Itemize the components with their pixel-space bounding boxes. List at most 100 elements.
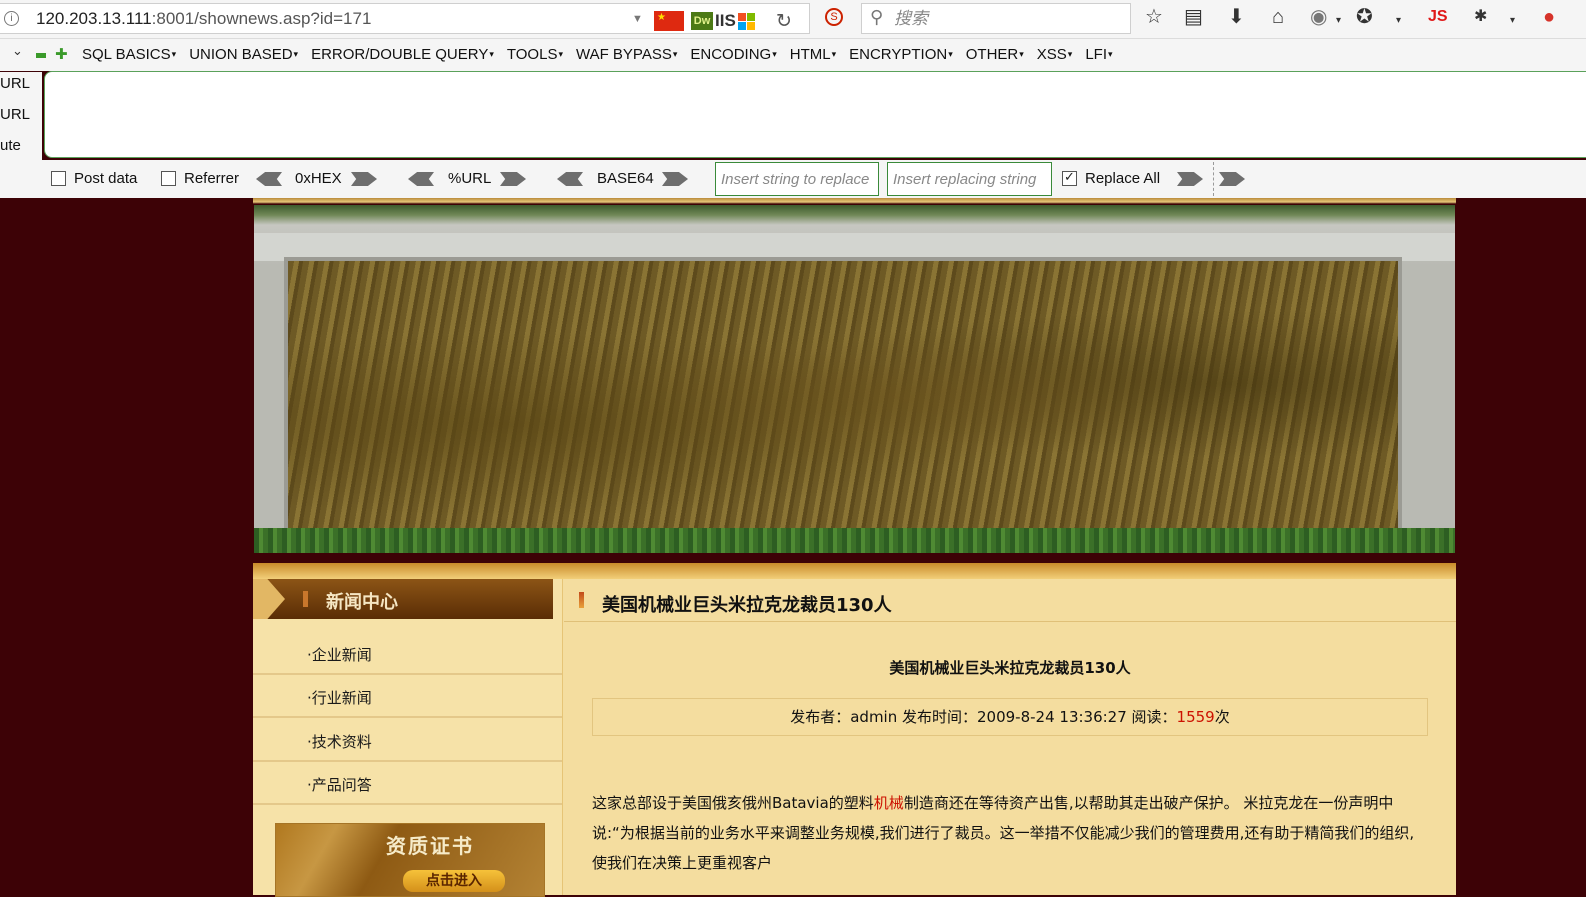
keyword-link[interactable]: 机械 (874, 794, 904, 812)
bronze-relief-image (284, 257, 1402, 538)
browser-toolbar: i 120.203.13.111:8001/shownews.asp?id=17… (0, 0, 1586, 39)
overflow-arrow-icon[interactable]: ▾ (1396, 10, 1401, 32)
base64-encode-arrow-icon[interactable] (662, 172, 688, 186)
url-bar[interactable]: i 120.203.13.111:8001/shownews.asp?id=17… (0, 3, 810, 34)
hackbar-side-buttons: URL URL ute (0, 72, 42, 160)
article-body: 这家总部设于美国俄亥俄州Batavia的塑料机械制造商还在等待资产出售,以帮助其… (592, 788, 1428, 878)
base64-decode-arrow-icon[interactable] (557, 172, 583, 186)
globe-menu-arrow-icon[interactable]: ▾ (1336, 10, 1341, 32)
article-header: 美国机械业巨头米拉克龙裁员130人 (564, 579, 1456, 622)
download-icon[interactable]: ⬇ (1228, 6, 1245, 28)
home-icon[interactable]: ⌂ (1272, 6, 1284, 28)
menu-html[interactable]: HTML (790, 46, 836, 63)
nav-item-company-news[interactable]: ·企业新闻 (253, 632, 562, 675)
replace-reverse-arrow-icon[interactable] (1219, 172, 1245, 186)
post-data-label: Post data (74, 170, 138, 187)
info-icon[interactable]: i (4, 11, 19, 26)
menu-xss[interactable]: XSS (1037, 46, 1073, 63)
menu-error-double-query[interactable]: ERROR/DOUBLE QUERY (311, 46, 494, 63)
arrow-icon (253, 579, 285, 619)
hex-decode-arrow-icon[interactable] (256, 172, 282, 186)
bullet-mark-icon (303, 591, 308, 607)
menu-encoding[interactable]: ENCODING (690, 46, 776, 63)
news-center-title: 新闻中心 (326, 592, 398, 613)
replace-to-input[interactable] (887, 162, 1052, 196)
extension-red-icon[interactable]: ● (1543, 6, 1555, 28)
certificate-banner[interactable]: 资质证书 点击进入 (275, 823, 545, 897)
news-center-header: 新闻中心 (253, 579, 553, 619)
search-input[interactable] (892, 7, 1126, 31)
hackbar-menu: ⌄ ✚ SQL BASICS UNION BASED ERROR/DOUBLE … (0, 39, 1586, 71)
enter-button[interactable]: 点击进入 (403, 870, 505, 892)
nav-item-label[interactable]: ·企业新闻 (307, 644, 372, 665)
menu-other[interactable]: OTHER (966, 46, 1024, 63)
url-history-dropdown-icon[interactable]: ▼ (632, 13, 643, 25)
nav-item-label[interactable]: ·产品问答 (307, 774, 372, 795)
url-text[interactable]: 120.203.13.111:8001/shownews.asp?id=171 (36, 9, 371, 29)
menu-tools[interactable]: TOOLS (507, 46, 563, 63)
replace-arrow-icon[interactable] (1177, 172, 1203, 186)
url-encode-arrow-icon[interactable] (500, 172, 526, 186)
referrer-label: Referrer (184, 170, 240, 187)
url-encode-label: %URL (448, 170, 492, 187)
sidebar: 新闻中心 ·企业新闻 ·行业新闻 ·技术资料 ·产品问答 资质证书 点击进入 (253, 579, 563, 897)
article-meta: 发布者：admin 发布时间：2009-8-24 13:36:27 阅读：155… (592, 698, 1428, 736)
hackbar-options-row: Post data Referrer 0xHEX %URL BASE64 ✓ R… (0, 160, 1586, 198)
article-title: 美国机械业巨头米拉克龙裁员130人 (889, 659, 1131, 677)
split-url-button[interactable]: URL (0, 106, 30, 123)
bookmark-star-icon[interactable]: ☆ (1145, 6, 1163, 28)
bug-menu-arrow-icon[interactable]: ▾ (1510, 10, 1515, 32)
menu-lfi[interactable]: LFI (1085, 46, 1112, 63)
collapse-chevron-icon[interactable]: ⌄ (12, 43, 23, 59)
divider (1213, 162, 1214, 196)
menu-encryption[interactable]: ENCRYPTION (849, 46, 953, 63)
nav-item-label[interactable]: ·行业新闻 (307, 687, 372, 708)
post-data-checkbox[interactable] (51, 171, 66, 186)
replace-all-checkbox[interactable]: ✓ (1062, 169, 1077, 186)
windows-logo-icon[interactable] (738, 13, 756, 31)
bug-icon[interactable]: ✱ (1474, 6, 1487, 28)
grass-strip (254, 528, 1455, 553)
js-toggle-icon[interactable]: JS (1428, 6, 1448, 28)
url-decode-arrow-icon[interactable] (408, 172, 434, 186)
menu-union-based[interactable]: UNION BASED (189, 46, 298, 63)
search-box[interactable]: ⚲ (861, 3, 1131, 34)
search-icon: ⚲ (870, 7, 884, 27)
plus-icon[interactable]: ✚ (55, 45, 68, 63)
reading-list-icon[interactable]: ▤ (1184, 6, 1203, 28)
article-header-title: 美国机械业巨头米拉克龙裁员130人 (602, 595, 892, 616)
banner (253, 198, 1456, 563)
cookie-icon[interactable]: ✪ (1356, 6, 1373, 28)
bullet-mark-icon (579, 592, 584, 608)
certificate-title: 资质证书 (386, 834, 474, 858)
noscript-icon[interactable]: S (825, 8, 843, 26)
menu-sql-basics[interactable]: SQL BASICS (82, 46, 176, 63)
website: 新闻中心 ·企业新闻 ·行业新闻 ·技术资料 ·产品问答 资质证书 点击进入 美… (253, 198, 1456, 897)
minus-icon[interactable] (36, 53, 46, 58)
execute-button[interactable]: ute (0, 137, 21, 154)
content-top-band (253, 563, 1456, 579)
nav-item-label[interactable]: ·技术资料 (307, 731, 372, 752)
nav-item-tech-docs[interactable]: ·技术资料 (253, 719, 562, 762)
load-url-button[interactable]: URL (0, 75, 30, 92)
menu-waf-bypass[interactable]: WAF BYPASS (576, 46, 677, 63)
view-count: 1559 (1176, 708, 1215, 726)
meta-text: 发布者：admin 发布时间：2009-8-24 13:36:27 阅读： (790, 708, 1177, 726)
china-flag-icon[interactable]: ★ (654, 11, 684, 31)
globe-extension-icon[interactable]: ◉ (1310, 6, 1327, 28)
banner-photo (254, 205, 1455, 553)
nav-item-product-qa[interactable]: ·产品问答 (253, 762, 562, 805)
dreamweaver-icon[interactable]: Dw (691, 12, 713, 30)
hex-encode-arrow-icon[interactable] (351, 172, 377, 186)
article-panel: 美国机械业巨头米拉克龙裁员130人 美国机械业巨头米拉克龙裁员130人 发布者：… (564, 579, 1456, 895)
nav-item-industry-news[interactable]: ·行业新闻 (253, 675, 562, 718)
hackbar-url-textarea[interactable] (44, 71, 1586, 158)
iis-icon[interactable]: IIS (715, 11, 736, 31)
replace-from-input[interactable] (715, 162, 879, 196)
hackbar-menu-items: SQL BASICS UNION BASED ERROR/DOUBLE QUER… (82, 46, 1113, 63)
meta-suffix: 次 (1214, 708, 1230, 726)
body-text: 这家总部设于美国俄亥俄州Batavia的塑料 (592, 794, 874, 812)
referrer-checkbox[interactable] (161, 171, 176, 186)
replace-all-label: Replace All (1085, 170, 1161, 187)
reload-icon[interactable]: ↻ (776, 10, 792, 33)
